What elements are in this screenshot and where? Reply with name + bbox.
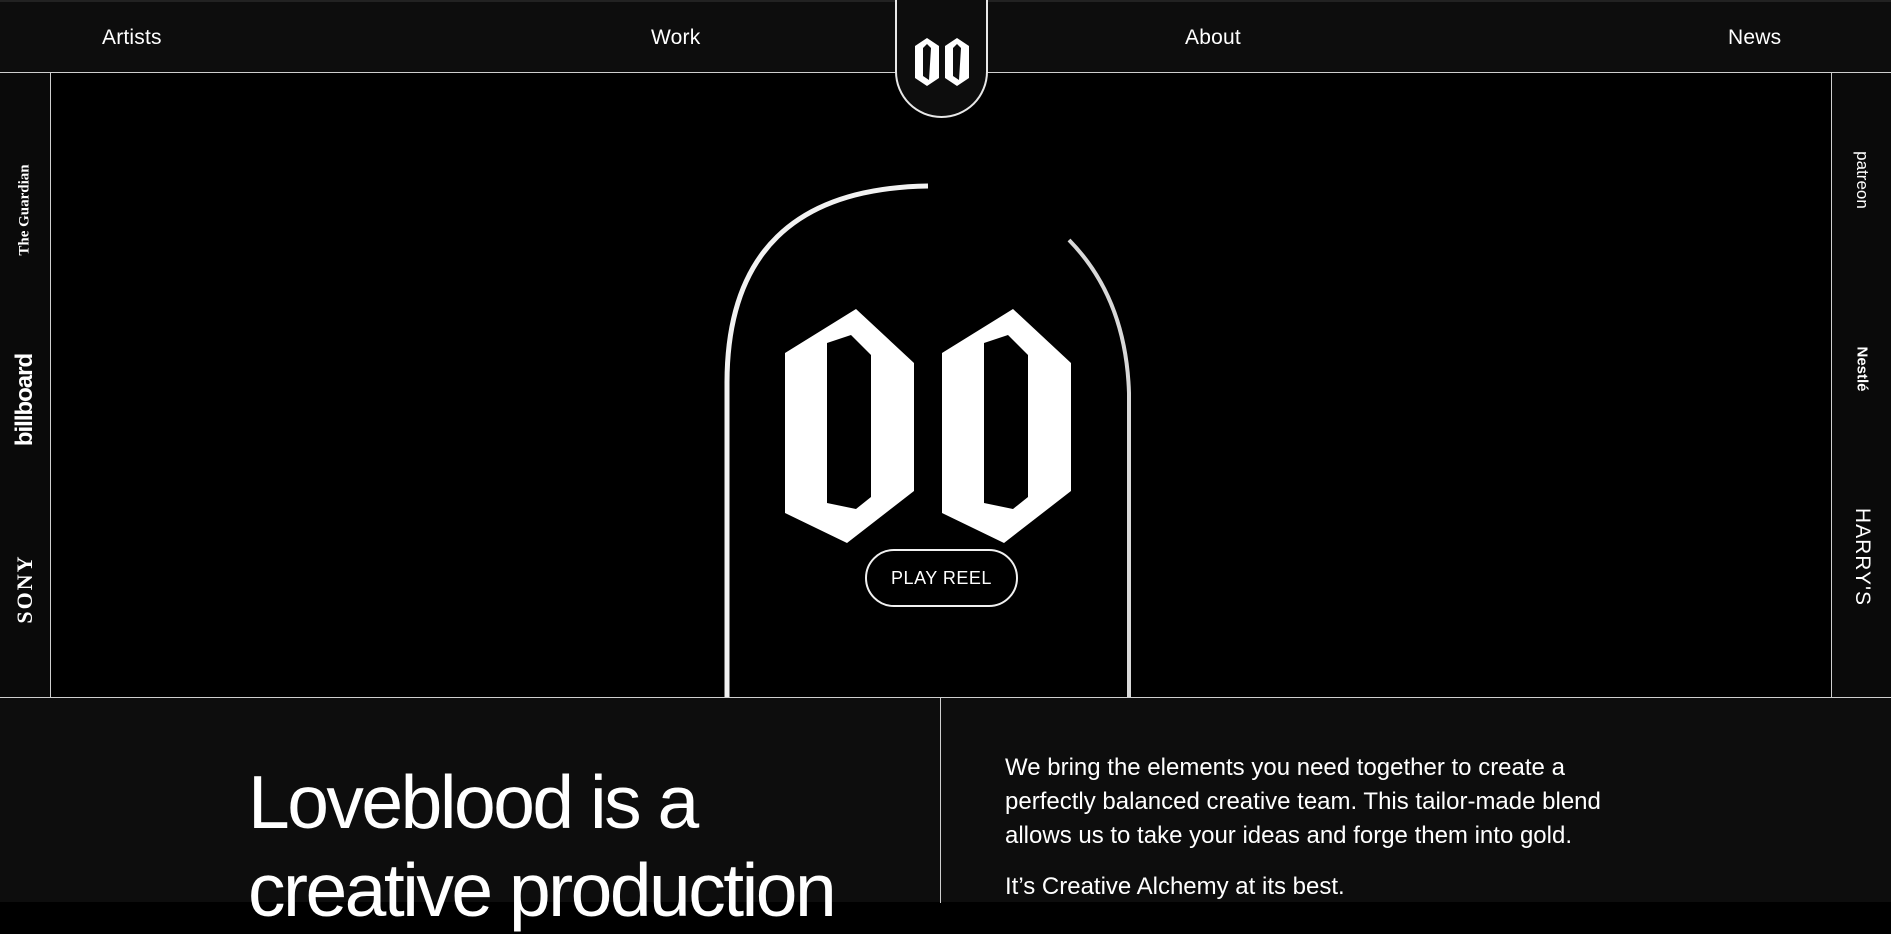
loveblood-logo-icon: [915, 38, 969, 86]
right-brand-strip: patreon Nestlé HARRY'S: [1831, 73, 1891, 697]
brand-patreon-logo: patreon: [1852, 151, 1872, 209]
hero-zero-left-icon: [785, 309, 914, 543]
brand-harrys-logo: HARRY'S: [1850, 507, 1874, 607]
intro-paragraph: We bring the elements you need together …: [1005, 754, 1601, 849]
left-brand-strip: The Guardian billboard SONY: [0, 73, 51, 697]
section-divider: [940, 698, 941, 903]
brand-billboard-logo: billboard: [11, 353, 38, 447]
intro-headline-line-1: Loveblood is a: [248, 760, 699, 844]
brand-sony-logo: SONY: [12, 554, 37, 624]
nav-artists-link[interactable]: Artists: [102, 26, 162, 50]
intro-section: Loveblood is a creative production We br…: [0, 697, 1891, 932]
brand-nestle-logo: Nestlé: [1853, 346, 1870, 392]
nav-about-link[interactable]: About: [1185, 26, 1241, 50]
hero-zero-right-icon: [942, 309, 1071, 543]
intro-headline: Loveblood is a creative production: [248, 758, 928, 934]
intro-copy: We bring the elements you need together …: [1005, 751, 1645, 904]
play-reel-button[interactable]: PLAY REEL: [865, 549, 1018, 607]
home-logo-link[interactable]: [895, 0, 988, 118]
intro-tagline: It’s Creative Alchemy at its best.: [1005, 873, 1345, 900]
nav-work-link[interactable]: Work: [651, 26, 700, 50]
intro-headline-line-2: creative production: [248, 848, 837, 932]
brand-guardian-logo: The Guardian: [16, 164, 33, 256]
nav-news-link[interactable]: News: [1728, 26, 1781, 50]
